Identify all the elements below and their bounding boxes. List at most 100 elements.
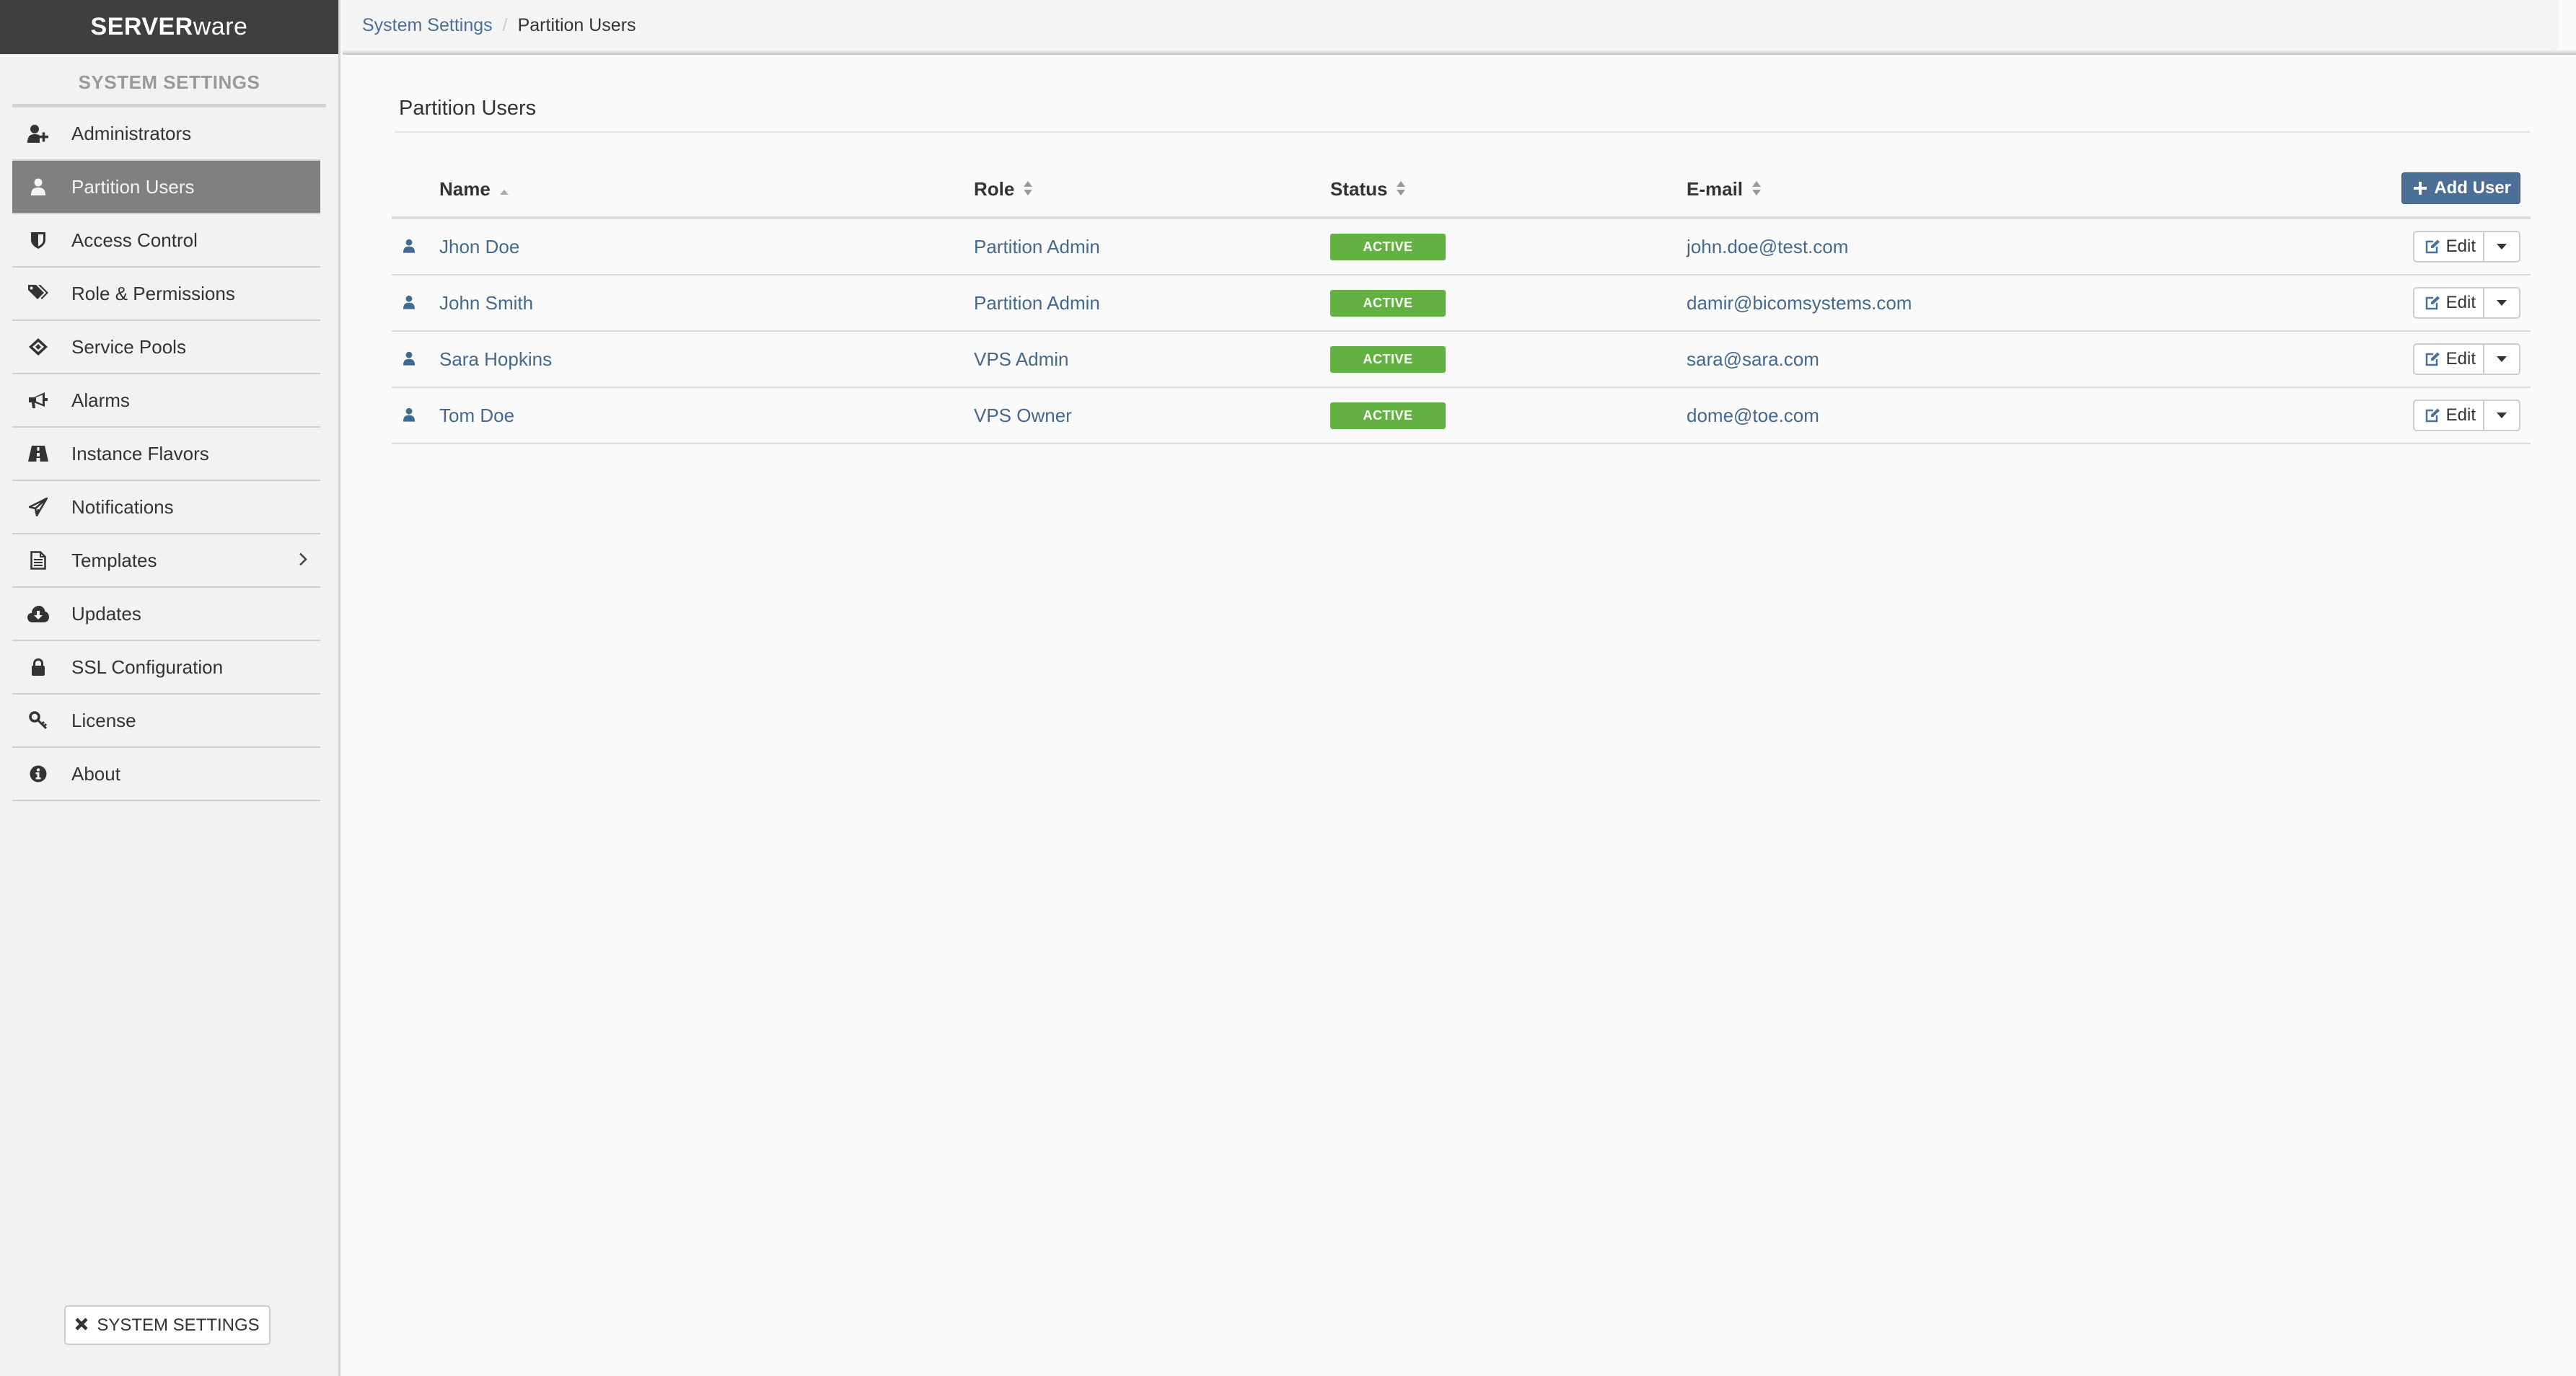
edit-button[interactable]: Edit: [2414, 401, 2484, 430]
sidebar-item-access-control[interactable]: Access Control: [12, 214, 320, 268]
user-icon: [403, 348, 415, 371]
close-system-settings-button[interactable]: SYSTEM SETTINGS: [64, 1305, 271, 1345]
brand-logo[interactable]: SERVER ware: [0, 0, 338, 54]
sort-asc-icon: [499, 179, 509, 201]
edit-button[interactable]: Edit: [2414, 288, 2484, 317]
user-icon: [403, 292, 415, 314]
status-badge: ACTIVE: [1330, 345, 1446, 373]
sort-icon: [1751, 179, 1762, 201]
edit-label: Edit: [2445, 237, 2476, 256]
column-header-label: Status: [1330, 177, 1388, 200]
sidebar-item-instance-flavors[interactable]: Instance Flavors: [12, 428, 320, 481]
sidebar-item-license[interactable]: License: [12, 694, 320, 748]
edit-label: Edit: [2445, 405, 2476, 425]
sidebar-item-templates[interactable]: Templates: [12, 534, 320, 588]
add-user-button[interactable]: Add User: [2401, 172, 2520, 204]
user-email-link[interactable]: john.doe@test.com: [1687, 236, 1848, 258]
caret-down-icon: [2497, 356, 2507, 362]
column-header-label: Name: [439, 177, 491, 200]
table-header: Name Role Status E-mail Add User: [392, 163, 2531, 219]
user-role-link[interactable]: Partition Admin: [974, 236, 1100, 258]
sidebar-item-notifications[interactable]: Notifications: [12, 481, 320, 534]
sidebar-item-label: Instance Flavors: [71, 442, 209, 464]
sidebar-item-label: Notifications: [71, 495, 174, 518]
key-icon: [27, 709, 50, 732]
user-role-link[interactable]: Partition Admin: [974, 292, 1100, 314]
sidebar-item-alarms[interactable]: Alarms: [12, 374, 320, 428]
sidebar-title: SYSTEM SETTINGS: [12, 71, 326, 107]
user-role-link[interactable]: VPS Owner: [974, 405, 1072, 427]
sidebar-item-label: SSL Configuration: [71, 656, 224, 678]
user-email-link[interactable]: sara@sara.com: [1687, 348, 1819, 371]
actions-dropdown-toggle[interactable]: [2484, 288, 2519, 317]
breadcrumb: System Settings / Partition Users: [343, 0, 2559, 50]
status-badge: ACTIVE: [1330, 402, 1446, 429]
edit-icon: [2425, 352, 2440, 366]
sidebar-item-administrators[interactable]: Administrators: [12, 107, 320, 161]
edit-label: Edit: [2445, 349, 2476, 369]
close-system-settings-label: SYSTEM SETTINGS: [97, 1315, 260, 1335]
edit-icon: [2425, 239, 2440, 254]
status-badge: ACTIVE: [1330, 289, 1446, 317]
row-actions: Edit: [2412, 287, 2520, 319]
table-row: Tom Doe VPS Owner ACTIVE dome@toe.com Ed…: [392, 388, 2531, 444]
tags-icon: [27, 282, 50, 305]
breadcrumb-system-settings[interactable]: System Settings: [362, 15, 493, 36]
sidebar-item-service-pools[interactable]: Service Pools: [12, 321, 320, 374]
sidebar-item-ssl-configuration[interactable]: SSL Configuration: [12, 641, 320, 694]
user-email-link[interactable]: dome@toe.com: [1687, 405, 1819, 427]
table-row: Sara Hopkins VPS Admin ACTIVE sara@sara.…: [392, 332, 2531, 388]
actions-dropdown-toggle[interactable]: [2484, 232, 2519, 261]
title-divider: [395, 131, 2530, 133]
sidebar-item-label: Access Control: [71, 229, 198, 251]
sidebar-item-role-permissions[interactable]: Role & Permissions: [12, 268, 320, 321]
lock-icon: [27, 656, 50, 679]
sidebar-item-label: Administrators: [71, 122, 192, 144]
edit-button[interactable]: Edit: [2414, 345, 2484, 374]
column-header-role[interactable]: Role: [974, 178, 1033, 202]
column-header-label: Role: [974, 177, 1015, 200]
caret-down-icon: [2497, 244, 2507, 250]
page-title: Partition Users: [399, 97, 537, 120]
bullhorn-icon: [27, 389, 50, 412]
user-name-link[interactable]: Tom Doe: [439, 405, 514, 427]
brand-bold: SERVER: [90, 13, 193, 40]
sidebar-item-label: Alarms: [71, 389, 130, 411]
sidebar-item-updates[interactable]: Updates: [12, 588, 320, 641]
user-name-link[interactable]: John Smith: [439, 292, 533, 314]
status-badge: ACTIVE: [1330, 233, 1446, 260]
actions-dropdown-toggle[interactable]: [2484, 345, 2519, 374]
edit-label: Edit: [2445, 293, 2476, 312]
caret-down-icon: [2497, 413, 2507, 418]
user-email-link[interactable]: damir@bicomsystems.com: [1687, 292, 1912, 314]
actions-dropdown-toggle[interactable]: [2484, 401, 2519, 430]
user-role-link[interactable]: VPS Admin: [974, 348, 1069, 371]
edit-icon: [2425, 296, 2440, 310]
table-row: Jhon Doe Partition Admin ACTIVE john.doe…: [392, 219, 2531, 275]
user-name-link[interactable]: Jhon Doe: [439, 236, 519, 258]
column-header-status[interactable]: Status: [1330, 178, 1406, 202]
road-icon: [27, 442, 50, 465]
table-row: John Smith Partition Admin ACTIVE damir@…: [392, 275, 2531, 332]
sidebar-item-about[interactable]: About: [12, 748, 320, 801]
sidebar-item-partition-users[interactable]: Partition Users: [12, 161, 320, 214]
sidebar-item-label: Service Pools: [71, 335, 186, 358]
main-content: Partition Users Name Role Status E-mail …: [343, 55, 2576, 1376]
chevron-right-icon: [299, 550, 307, 572]
sidebar: SERVER ware SYSTEM SETTINGS Administrator…: [0, 0, 340, 1376]
user-name-link[interactable]: Sara Hopkins: [439, 348, 552, 371]
paper-plane-icon: [27, 495, 50, 519]
sidebar-item-label: Partition Users: [71, 175, 195, 198]
add-user-label: Add User: [2434, 178, 2511, 198]
column-header-email[interactable]: E-mail: [1687, 178, 1762, 202]
info-circle-icon: [27, 762, 50, 785]
column-header-name[interactable]: Name: [439, 178, 509, 202]
user-icon: [403, 405, 415, 427]
cloud-download-icon: [27, 602, 50, 625]
sort-icon: [1023, 179, 1033, 201]
sidebar-item-label: Role & Permissions: [71, 282, 235, 304]
edit-button[interactable]: Edit: [2414, 232, 2484, 261]
file-text-icon: [27, 549, 50, 572]
sidebar-item-label: Templates: [71, 549, 157, 571]
sidebar-item-label: Updates: [71, 602, 141, 625]
